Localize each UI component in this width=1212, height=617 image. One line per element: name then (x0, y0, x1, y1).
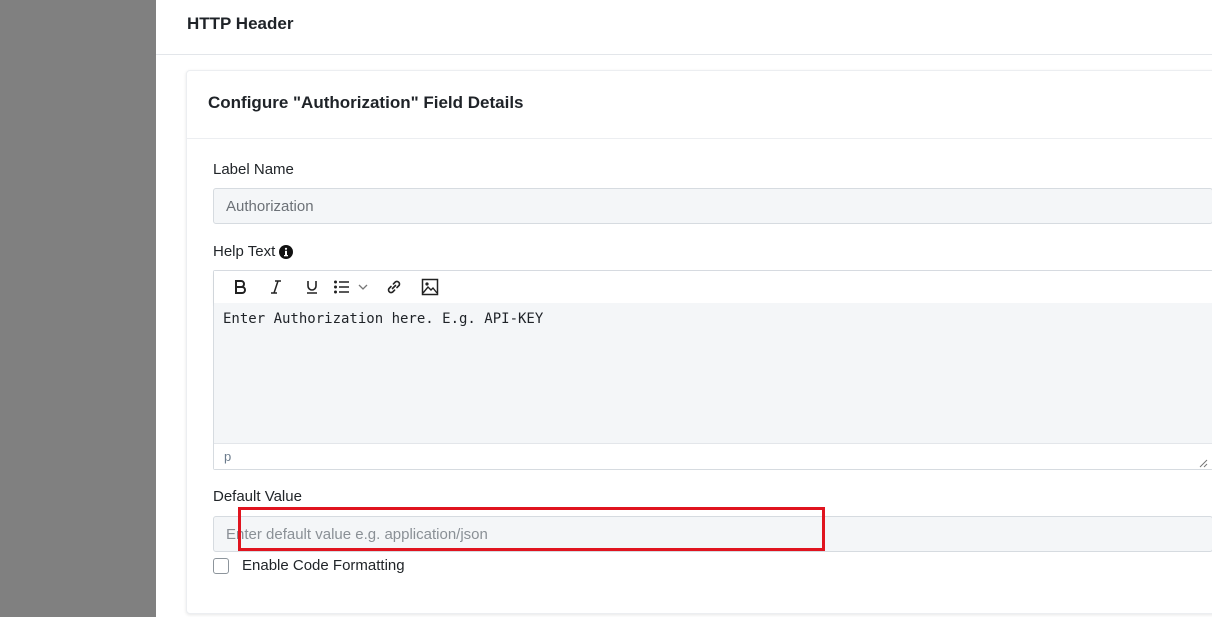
main-panel: HTTP Header Configure "Authorization" Fi… (156, 0, 1212, 617)
link-button[interactable] (376, 273, 412, 301)
highlight-box (238, 507, 825, 551)
help-text-label-text: Help Text (213, 243, 276, 260)
code-formatting-row: Enable Code Formatting (213, 557, 405, 574)
underline-button[interactable] (294, 273, 330, 301)
page-title: HTTP Header (187, 14, 294, 33)
italic-icon (271, 280, 281, 294)
bold-button[interactable] (222, 273, 258, 301)
bullet-list-button[interactable] (330, 273, 376, 301)
link-icon (387, 280, 401, 294)
italic-button[interactable] (258, 273, 294, 301)
field-details-card: Configure "Authorization" Field Details … (186, 70, 1212, 614)
code-formatting-checkbox[interactable] (213, 557, 229, 574)
help-text-editor: Enter Authorization here. E.g. API-KEY p (213, 270, 1212, 470)
help-text-label: Help Text (213, 243, 294, 260)
resize-handle-icon[interactable] (1198, 455, 1208, 468)
page-header: HTTP Header (156, 0, 1212, 55)
element-path: p (224, 449, 232, 464)
label-name-input[interactable] (213, 188, 1212, 224)
image-button[interactable] (412, 273, 448, 301)
editor-statusbar: p (214, 443, 1212, 469)
help-text-editor-content[interactable]: Enter Authorization here. E.g. API-KEY (214, 303, 1212, 443)
code-formatting-label: Enable Code Formatting (242, 557, 405, 574)
card-title: Configure "Authorization" Field Details (208, 93, 524, 112)
default-value-label: Default Value (213, 488, 302, 505)
image-icon (421, 278, 439, 296)
underline-icon (307, 281, 317, 294)
label-name-label: Label Name (213, 161, 294, 178)
bullet-list-icon (334, 280, 368, 294)
card-header: Configure "Authorization" Field Details (187, 71, 1212, 139)
bold-icon (235, 280, 246, 294)
editor-toolbar (214, 271, 1212, 303)
info-icon[interactable] (279, 244, 294, 259)
left-rail (0, 0, 156, 617)
